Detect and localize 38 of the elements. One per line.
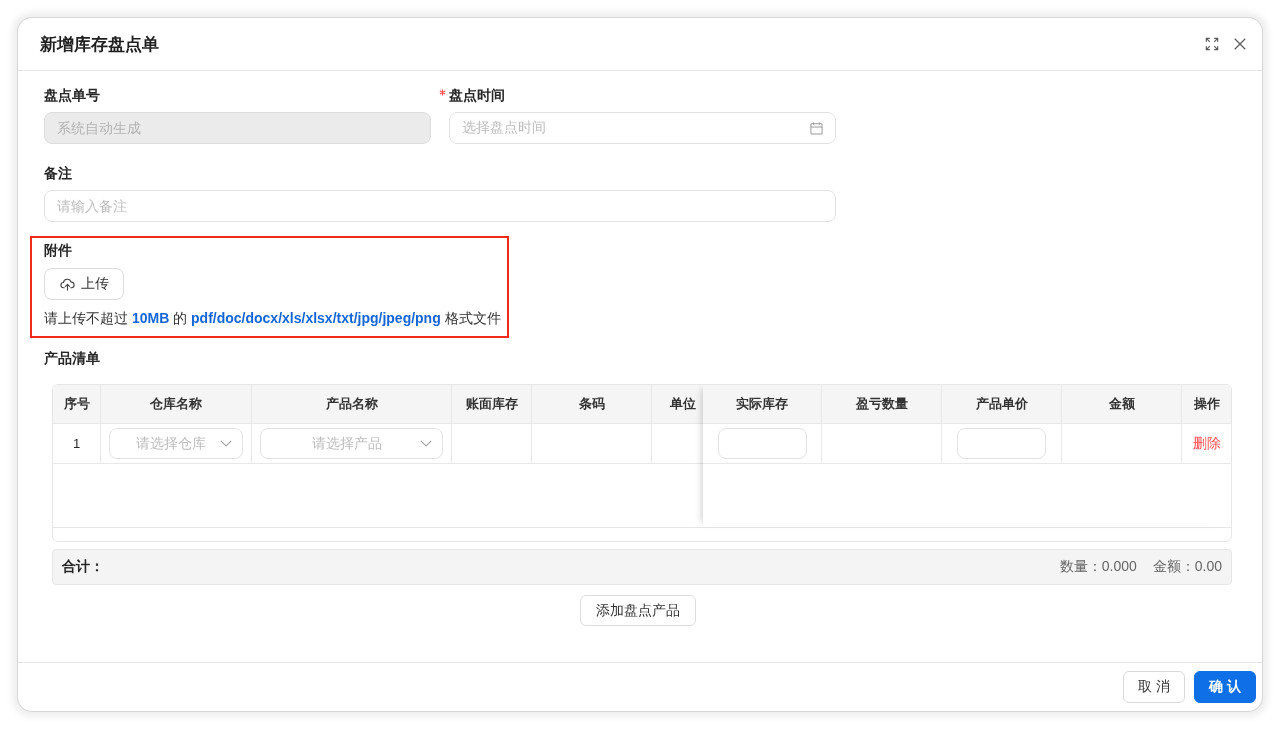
field-label: 备注 [44,164,72,183]
column-header: 实际库存 [703,385,822,424]
calendar-icon [810,121,823,135]
chevron-down-icon [220,440,232,447]
row-number: 1 [72,436,81,451]
input-field[interactable] [957,428,1046,459]
quantity-total: 数量：0.000 [1059,558,1137,576]
summary-label: 合计： [62,558,104,576]
close-icon [1233,37,1247,51]
confirm-button[interactable]: 确 认 [1194,671,1256,703]
column-header: 产品名称 [252,385,452,424]
close-button[interactable] [1232,36,1248,52]
delete-link[interactable]: 删除 [1192,434,1221,453]
input-field[interactable] [717,428,807,459]
cancel-button[interactable]: 取 消 [1123,671,1186,703]
column-header: 条码 [532,385,652,424]
field-label: 附件 [44,241,72,260]
dialog-title: 新增库存盘点单 [40,33,159,56]
add-product-button[interactable]: 添加盘点产品 [580,595,696,626]
column-header: 仓库名称 [101,385,252,424]
expand-icon [1205,37,1219,51]
column-header: 单位 [652,385,703,424]
text-field[interactable]: 请输入备注 [44,190,836,222]
column-header: 操作 [1182,385,1231,424]
amount-total: 金额：0.00 [1152,558,1222,576]
field-label: 盘点单号 [44,86,100,105]
cloud-upload-icon [59,277,75,291]
column-header: 账面库存 [452,385,532,424]
section-title: 产品清单 [44,349,100,368]
column-header: 盈亏数量 [822,385,942,424]
column-header: 金额 [1062,385,1182,424]
fullscreen-button[interactable] [1204,36,1220,52]
column-header: 产品单价 [942,385,1062,424]
column-header: 序号 [53,385,101,424]
upload-button[interactable]: 上传 [44,268,124,300]
field-label: 盘点时间 [449,86,505,105]
chevron-down-icon [420,440,432,447]
upload-hint: 请上传不超过 10MB 的 pdf/doc/docx/xls/xlsx/txt/jpg/jpeg/png 格式文件 [44,309,501,328]
